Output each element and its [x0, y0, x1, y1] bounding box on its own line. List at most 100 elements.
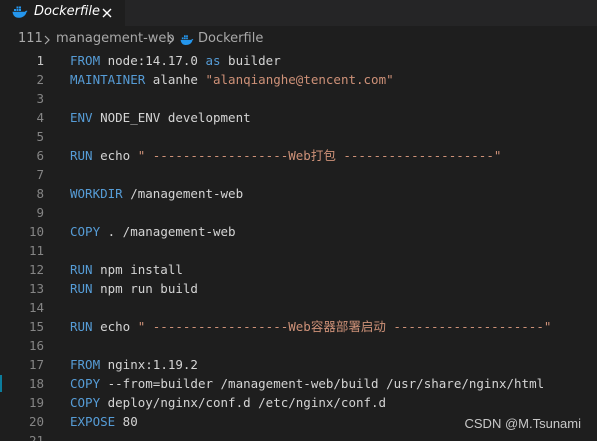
code-line[interactable]: 1 FROM node:14.17.0 as builder [0, 51, 597, 70]
tab-title: Dockerfile [34, 4, 100, 19]
code-line[interactable]: 18 COPY --from=builder /management-web/bu… [0, 374, 597, 393]
breadcrumb-item-management-web[interactable]: management-web [56, 31, 175, 46]
chevron-right-icon [168, 35, 174, 45]
line-number: 5 [36, 129, 44, 144]
line-number: 14 [28, 300, 44, 315]
text-token: NODE_ENV development [92, 110, 251, 125]
code-line[interactable]: 11 [0, 241, 597, 260]
breadcrumb: 111 management-web Dockerfile [0, 30, 597, 50]
code-text: MAINTAINER alanhe "alanqianghe@tencent.c… [70, 70, 394, 89]
code-line[interactable]: 21 [0, 431, 597, 441]
code-line[interactable]: 16 [0, 336, 597, 355]
breadcrumb-item-folder-111[interactable]: 111 [18, 31, 43, 46]
keyword-token: COPY [70, 224, 101, 239]
editor-window: Dockerfile 111 management-web Dockerfile… [0, 0, 597, 441]
chevron-right-icon [44, 35, 50, 45]
code-line[interactable]: 12 RUN npm install [0, 260, 597, 279]
code-line[interactable]: 13 RUN npm run build [0, 279, 597, 298]
code-line[interactable]: 17 FROM nginx:1.19.2 [0, 355, 597, 374]
line-number: 6 [36, 148, 44, 163]
docker-whale-icon [12, 6, 28, 18]
line-number: 18 [28, 376, 44, 391]
text-token: nginx:1.19.2 [100, 357, 198, 372]
keyword-token: EXPOSE [70, 414, 116, 429]
code-text: COPY --from=builder /management-web/buil… [70, 374, 544, 393]
text-token: echo [92, 148, 138, 163]
code-text: COPY . /management-web [70, 222, 236, 241]
code-line[interactable]: 4 ENV NODE_ENV development [0, 108, 597, 127]
keyword-token: RUN [70, 319, 93, 334]
line-number: 13 [28, 281, 44, 296]
code-line[interactable]: 14 [0, 298, 597, 317]
code-line[interactable]: 5 [0, 127, 597, 146]
keyword-token: as [205, 53, 221, 68]
code-text: ENV NODE_ENV development [70, 108, 251, 127]
text-token: 80 [115, 414, 138, 429]
code-line[interactable]: 9 [0, 203, 597, 222]
code-text: FROM nginx:1.19.2 [70, 355, 198, 374]
line-number: 17 [28, 357, 44, 372]
keyword-token: RUN [70, 262, 93, 277]
keyword-token: COPY [70, 376, 101, 391]
keyword-token: FROM [70, 53, 101, 68]
code-text: RUN npm run build [70, 279, 198, 298]
code-text: COPY deploy/nginx/conf.d /etc/nginx/conf… [70, 393, 386, 412]
string-token: "alanqianghe@tencent.com" [205, 72, 394, 87]
code-line[interactable]: 3 [0, 89, 597, 108]
text-token: deploy/nginx/conf.d /etc/nginx/conf.d [100, 395, 387, 410]
modified-line-marker [0, 375, 2, 392]
string-token: " ------------------Web容器部署启动 ----------… [137, 319, 552, 334]
text-token: npm run build [92, 281, 198, 296]
line-number: 15 [28, 319, 44, 334]
text-token: node:14.17.0 [100, 53, 206, 68]
line-number: 19 [28, 395, 44, 410]
line-number: 3 [36, 91, 44, 106]
code-text: RUN echo " ------------------Web打包 -----… [70, 146, 501, 165]
code-line[interactable]: 2 MAINTAINER alanhe "alanqianghe@tencent.… [0, 70, 597, 89]
text-token: . /management-web [100, 224, 236, 239]
code-line[interactable]: 6 RUN echo " ------------------Web打包 ----… [0, 146, 597, 165]
line-number: 2 [36, 72, 44, 87]
keyword-token: ENV [70, 110, 93, 125]
line-number: 9 [36, 205, 44, 220]
code-line[interactable]: 10 COPY . /management-web [0, 222, 597, 241]
line-number: 16 [28, 338, 44, 353]
line-number: 12 [28, 262, 44, 277]
tab-bar: Dockerfile [0, 0, 597, 26]
breadcrumb-item-dockerfile[interactable]: Dockerfile [198, 31, 263, 46]
code-text: FROM node:14.17.0 as builder [70, 51, 281, 70]
code-text: EXPOSE 80 [70, 412, 138, 431]
code-text: RUN npm install [70, 260, 183, 279]
keyword-token: RUN [70, 281, 93, 296]
text-token: alanhe [145, 72, 206, 87]
line-number: 10 [28, 224, 44, 239]
line-number: 4 [36, 110, 44, 125]
code-line[interactable]: 19 COPY deploy/nginx/conf.d /etc/nginx/co… [0, 393, 597, 412]
text-token: echo [92, 319, 138, 334]
keyword-token: FROM [70, 357, 101, 372]
code-text: WORKDIR /management-web [70, 184, 243, 203]
code-editor[interactable]: 1 FROM node:14.17.0 as builder 2 MAINTAINER… [0, 50, 597, 441]
tab-dockerfile[interactable]: Dockerfile [0, 0, 125, 26]
code-text: RUN echo " ------------------Web容器部署启动 -… [70, 317, 551, 336]
code-line[interactable]: 15 RUN echo " ------------------Web容器部署启动… [0, 317, 597, 336]
docker-whale-icon [180, 35, 194, 45]
watermark: CSDN @M.Tsunami [464, 416, 582, 431]
text-token: builder [220, 53, 281, 68]
line-number: 7 [36, 167, 44, 182]
keyword-token: COPY [70, 395, 101, 410]
text-token: --from=builder /management-web/build /us… [100, 376, 545, 391]
code-line[interactable]: 7 [0, 165, 597, 184]
line-number: 20 [28, 414, 44, 429]
text-token: /management-web [122, 186, 244, 201]
close-icon[interactable] [99, 5, 115, 21]
keyword-token: MAINTAINER [70, 72, 146, 87]
line-number: 21 [28, 433, 44, 441]
line-number: 11 [28, 243, 44, 258]
keyword-token: RUN [70, 148, 93, 163]
line-number: 1 [36, 53, 44, 68]
text-token: npm install [92, 262, 183, 277]
line-number: 8 [36, 186, 44, 201]
code-line[interactable]: 8 WORKDIR /management-web [0, 184, 597, 203]
keyword-token: WORKDIR [70, 186, 123, 201]
